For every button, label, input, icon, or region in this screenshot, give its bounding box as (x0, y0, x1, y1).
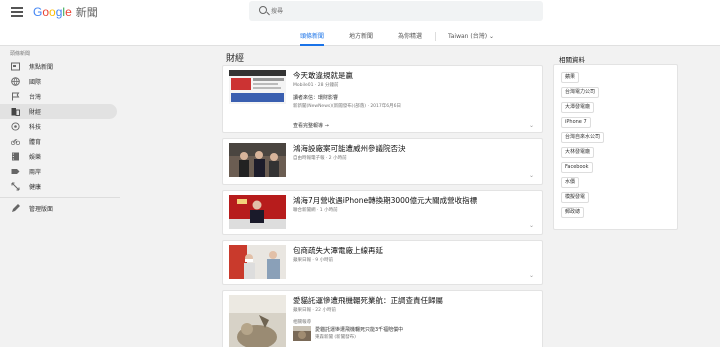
article-card: 包商疏失大潭電廠上線再延 蘋果日報 · 9 小時前 ⌄ (222, 240, 543, 285)
sidebar-divider (0, 197, 120, 198)
related-article-title[interactable]: 讀者來信：環財影響 (293, 94, 338, 101)
sidebar-item-entertainment[interactable]: 娛樂 (0, 149, 120, 164)
search-input[interactable] (271, 4, 531, 18)
chevron-down-icon: ⌄ (488, 33, 494, 40)
article-title[interactable]: 鴻海設廠案可能遭威州參議院否決 (293, 143, 406, 154)
section-title: 財經 (226, 54, 245, 64)
article-title[interactable]: 愛貓託運慘遭飛機輾死業航：正調查責任歸屬 (293, 295, 443, 306)
bike-icon (11, 137, 20, 146)
search-bar[interactable] (249, 1, 543, 21)
expand-chevron-icon[interactable]: ⌄ (529, 222, 534, 229)
article-meta: 聯合新聞網 · 1 小時前 (293, 208, 338, 213)
top-app-bar: Google新聞 頭條新聞 地方新聞 為你精選 Taiwan (台灣) ⌄ (0, 0, 720, 46)
related-topics-panel: 蘋果 台灣電力公司 大潭發電廠 iPhone 7 台灣自來水公司 大林發電廠 F… (553, 64, 678, 230)
article-thumbnail[interactable] (229, 195, 286, 229)
label-icon (11, 167, 20, 176)
expand-chevron-icon[interactable]: ⌄ (529, 272, 534, 279)
tech-icon (11, 122, 20, 131)
topic-chip[interactable]: 台灣自來水公司 (561, 132, 605, 143)
article-thumbnail[interactable] (229, 245, 286, 279)
article-card: 今天敢違規就是贏 Mobile01 · 28 分鐘前 讀者來信：環財影響 新新聞… (222, 65, 543, 133)
sidebar: 頭條新聞 焦點新聞 國際 台灣 財經 科技 體育 娛樂 兩岸 健康 管理版面 (0, 46, 120, 216)
sidebar-item-cross-strait[interactable]: 兩岸 (0, 164, 120, 179)
top-tabs: 頭條新聞 地方新聞 為你精選 Taiwan (台灣) ⌄ (300, 28, 519, 46)
topic-chip[interactable]: 模擬發電 (561, 192, 590, 203)
article-meta: 蘋果日報 · 9 小時前 (293, 258, 334, 263)
article-card: 鴻海7月營收遇iPhone轉換期3000億元大關成營收指標 聯合新聞網 · 1 … (222, 190, 543, 235)
article-title[interactable]: 包商疏失大潭電廠上線再延 (293, 245, 383, 256)
topic-chip[interactable]: 蘋果 (561, 72, 580, 83)
related-article-title[interactable]: 愛貓託運慘遭飛機輾死只能3千福賠償中 (315, 326, 403, 333)
business-icon (11, 107, 20, 116)
tab-divider (435, 32, 437, 41)
topic-chip[interactable]: iPhone 7 (561, 117, 591, 128)
article-thumbnail[interactable] (229, 70, 286, 104)
article-thumbnail[interactable] (229, 143, 286, 177)
tab-for-you[interactable]: 為你精選 (398, 28, 422, 46)
article-title[interactable]: 鴻海7月營收遇iPhone轉換期3000億元大關成營收指標 (293, 195, 477, 206)
topic-chip[interactable]: 台灣電力公司 (561, 87, 600, 98)
tab-local[interactable]: 地方新聞 (349, 28, 373, 46)
flag-icon (11, 92, 20, 101)
article-card: 鴻海設廠案可能遭威州參議院否決 自由時報電子報 · 2 小時前 ⌄ (222, 138, 543, 185)
related-article-meta: 新新聞(NewNews)(新聞發布)(部落) · 2017年6月6日 (293, 104, 401, 109)
related-coverage-label: 相關報導 (293, 320, 311, 325)
related-article-source: 東森新聞 (新聞發布) (315, 335, 356, 340)
article-thumbnail[interactable] (229, 295, 286, 347)
topic-chip[interactable]: Facebook (561, 162, 593, 173)
newspaper-icon (11, 62, 20, 71)
tab-region[interactable]: Taiwan (台灣) ⌄ (448, 28, 494, 46)
google-news-logo[interactable]: Google 新聞 (33, 4, 98, 20)
article-title[interactable]: 今天敢違規就是贏 (293, 70, 353, 81)
sidebar-heading: 頭條新聞 (10, 51, 31, 57)
related-topics-title: 相關資料 (559, 56, 585, 64)
dna-icon (11, 182, 20, 191)
sidebar-item-business[interactable]: 財經 (0, 104, 117, 119)
expand-chevron-icon[interactable]: ⌄ (529, 172, 534, 179)
sidebar-item-sports[interactable]: 體育 (0, 134, 120, 149)
topic-chip[interactable]: 大潭發電廠 (561, 102, 595, 113)
article-meta: 自由時報電子報 · 2 小時前 (293, 156, 347, 161)
topic-chip[interactable]: 大林發電廠 (561, 147, 595, 158)
sidebar-item-top-stories[interactable]: 焦點新聞 (0, 59, 120, 74)
globe-icon (11, 77, 20, 86)
film-icon (11, 152, 20, 161)
article-meta: Mobile01 · 28 分鐘前 (293, 83, 339, 88)
topic-chip[interactable]: 水價 (561, 177, 580, 188)
full-coverage-link[interactable]: 查看完整報導 → (293, 122, 329, 129)
sidebar-item-technology[interactable]: 科技 (0, 119, 120, 134)
expand-chevron-icon[interactable]: ⌄ (529, 122, 534, 129)
tab-headlines[interactable]: 頭條新聞 (300, 28, 325, 46)
topic-chip[interactable]: 郵政總 (561, 207, 585, 218)
sidebar-item-health[interactable]: 健康 (0, 179, 120, 194)
arrow-right-icon: → (324, 123, 329, 129)
article-card: 愛貓託運慘遭飛機輾死業航：正調查責任歸屬 蘋果日報 · 22 小時前 相關報導 … (222, 290, 543, 347)
article-meta: 蘋果日報 · 22 小時前 (293, 308, 336, 313)
related-article-thumbnail[interactable] (293, 326, 311, 341)
sidebar-item-taiwan[interactable]: 台灣 (0, 89, 120, 104)
sidebar-item-manage-sections[interactable]: 管理版面 (0, 201, 120, 216)
pencil-icon (11, 204, 20, 213)
sidebar-item-world[interactable]: 國際 (0, 74, 120, 89)
hamburger-menu-icon[interactable] (11, 7, 23, 17)
search-icon[interactable] (259, 6, 267, 14)
